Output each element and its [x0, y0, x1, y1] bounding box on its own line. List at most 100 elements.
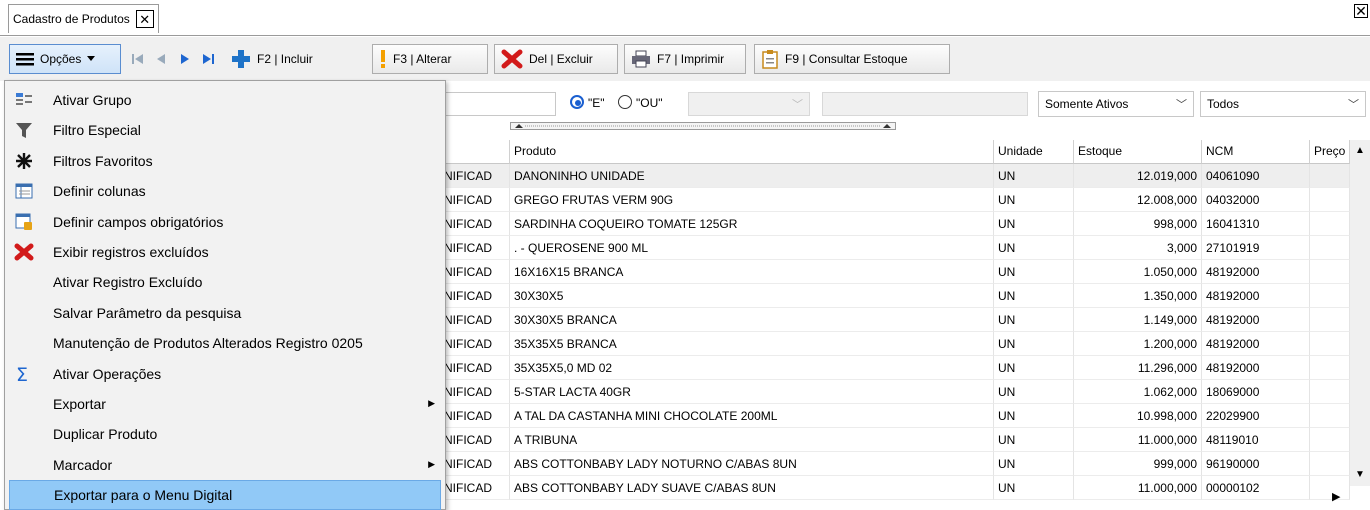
menu-item[interactable]: Exportar para o Menu Digital	[9, 480, 441, 510]
table-row[interactable]: NIFICAD DANONINHO UNIDADE UN 12.019,000 0406…	[440, 164, 1350, 188]
menu-item[interactable]: Salvar Parâmetro da pesquisa	[9, 298, 441, 328]
cell-ncm: 27101919	[1202, 236, 1310, 260]
cell-estoque: 1.062,000	[1074, 380, 1202, 404]
cell-estoque: 1.200,000	[1074, 332, 1202, 356]
cell-produto: 30X30X5	[510, 284, 994, 308]
tab-cadastro-produtos[interactable]: Cadastro de Produtos ✕	[8, 4, 159, 33]
table-row[interactable]: NIFICAD. - QUEROSENE 900 ML UN 3,000 271019…	[440, 236, 1350, 260]
required-fields-icon	[13, 212, 35, 232]
value-input	[822, 92, 1028, 116]
cell-produto: ABS COTTONBABY LADY NOTURNO C/ABAS 8UN	[510, 452, 994, 476]
menu-item[interactable]: Ativar Grupo	[9, 85, 441, 115]
cell-ncm: 48192000	[1202, 284, 1310, 308]
table-row[interactable]: NIFICAD 35X35X5 BRANCA UN 1.200,000 48192000	[440, 332, 1350, 356]
next-record-icon[interactable]	[177, 51, 193, 67]
cell-produto: DANONINHO UNIDADE	[510, 164, 994, 188]
cell-estoque: 12.008,000	[1074, 188, 1202, 212]
svg-text:Σ: Σ	[16, 365, 28, 383]
cell-prefix: NIFICAD	[440, 308, 510, 332]
cell-preco	[1310, 404, 1350, 428]
cell-ncm: 04061090	[1202, 164, 1310, 188]
cell-unidade: UN	[994, 188, 1074, 212]
scroll-up-icon[interactable]: ▲	[1350, 142, 1370, 160]
radio-ou[interactable]	[618, 95, 632, 109]
scroll-right-icon[interactable]: ▶	[1332, 490, 1340, 503]
search-input[interactable]	[440, 92, 556, 116]
tab-close-icon[interactable]: ✕	[135, 10, 154, 28]
cell-preco	[1310, 236, 1350, 260]
table-row[interactable]: NIFICAD 30X30X5 BRANCA UN 1.149,000 48192000	[440, 308, 1350, 332]
cell-prefix: NIFICAD	[440, 380, 510, 404]
menu-item[interactable]: Filtros Favoritos	[9, 146, 441, 176]
incluir-button[interactable]: F2 | Incluir	[224, 44, 366, 74]
menu-item-label: Ativar Operações	[53, 365, 162, 382]
radio-e[interactable]	[570, 95, 584, 109]
cell-preco	[1310, 428, 1350, 452]
menu-item[interactable]: Exportar ▶	[9, 389, 441, 419]
cell-preco	[1310, 284, 1350, 308]
hamburger-icon	[16, 53, 34, 66]
table-row[interactable]: NIFICAD ABS COTTONBABY LADY NOTURNO C/ABA…	[440, 452, 1350, 476]
status-select[interactable]: Somente Ativos ﹀	[1038, 91, 1194, 117]
field-select: ﹀	[688, 92, 810, 116]
table-row[interactable]: NIFICAD 30X30X5 UN 1.350,000 48192000	[440, 284, 1350, 308]
menu-item-label: Filtro Especial	[53, 122, 141, 139]
table-row[interactable]: NIFICAD A TAL DA CASTANHA MINI CHOCOLATE …	[440, 404, 1350, 428]
cell-preco	[1310, 164, 1350, 188]
menu-item[interactable]: Ativar Registro Excluído	[9, 267, 441, 297]
alterar-button[interactable]: F3 | Alterar	[372, 44, 488, 74]
cell-unidade: UN	[994, 404, 1074, 428]
menu-item[interactable]: Marcador ▶	[9, 450, 441, 480]
cell-produto: GREGO FRUTAS VERM 90G	[510, 188, 994, 212]
column-header-preco[interactable]: Preço	[1310, 140, 1350, 164]
cell-unidade: UN	[994, 356, 1074, 380]
table-row[interactable]: NIFICAD SARDINHA COQUEIRO TOMATE 125GR UN 9…	[440, 212, 1350, 236]
menu-item[interactable]: Definir campos obrigatórios	[9, 207, 441, 237]
imprimir-button[interactable]: F7 | Imprimir	[624, 44, 746, 74]
column-header-unidade[interactable]: Unidade	[994, 140, 1074, 164]
menu-item[interactable]: Filtro Especial	[9, 115, 441, 145]
first-record-icon[interactable]	[130, 51, 146, 67]
consultar-estoque-button[interactable]: F9 | Consultar Estoque	[754, 44, 950, 74]
scope-select[interactable]: Todos ﹀	[1200, 91, 1366, 117]
vertical-scrollbar[interactable]: ▲ ▼	[1350, 140, 1370, 486]
column-group-strip[interactable]	[510, 122, 896, 130]
table-row[interactable]: NIFICAD A TRIBUNA UN 11.000,000 48119010	[440, 428, 1350, 452]
table-row[interactable]: NIFICAD GREGO FRUTAS VERM 90G UN 12.008,000…	[440, 188, 1350, 212]
cell-estoque: 998,000	[1074, 212, 1202, 236]
last-record-icon[interactable]	[200, 51, 216, 67]
menu-item-label: Duplicar Produto	[53, 426, 158, 443]
cell-ncm: 96190000	[1202, 452, 1310, 476]
cell-preco	[1310, 308, 1350, 332]
cell-ncm: 22029900	[1202, 404, 1310, 428]
window-close-icon[interactable]: ✕	[1354, 4, 1368, 18]
menu-item-label: Filtros Favoritos	[53, 152, 153, 169]
menu-item[interactable]: Exibir registros excluídos	[9, 237, 441, 267]
menu-item[interactable]: Manutenção de Produtos Alterados Registr…	[9, 328, 441, 358]
opcoes-button[interactable]: Opções	[9, 44, 121, 74]
scroll-down-icon[interactable]: ▼	[1350, 466, 1370, 484]
column-header-estoque[interactable]: Estoque	[1074, 140, 1202, 164]
cell-estoque: 999,000	[1074, 452, 1202, 476]
column-header-produto[interactable]: Produto	[510, 140, 994, 164]
menu-item[interactable]: Definir colunas	[9, 176, 441, 206]
cell-ncm: 48192000	[1202, 332, 1310, 356]
red-x-icon	[13, 242, 35, 262]
menu-item-icon-slot	[13, 424, 35, 444]
radio-e-label: "E"	[588, 96, 605, 110]
menu-item-label: Exportar para o Menu Digital	[54, 487, 233, 504]
table-row[interactable]: NIFICAD 16X16X15 BRANCA UN 1.050,000 4819200…	[440, 260, 1350, 284]
table-row[interactable]: NIFICAD 35X35X5,0 MD 02 UN 11.296,000 481920…	[440, 356, 1350, 380]
grid-header: Produto Unidade Estoque NCM Preço	[440, 140, 1350, 164]
table-row[interactable]: NIFICAD 5-STAR LACTA 40GR UN 1.062,000 18069…	[440, 380, 1350, 404]
cell-prefix: NIFICAD	[440, 212, 510, 236]
previous-record-icon[interactable]	[153, 51, 169, 67]
funnel-icon	[13, 120, 35, 140]
excluir-button[interactable]: Del | Excluir	[494, 44, 618, 74]
menu-item[interactable]: Duplicar Produto	[9, 419, 441, 449]
column-header-ncm[interactable]: NCM	[1202, 140, 1310, 164]
menu-item-label: Exibir registros excluídos	[53, 244, 209, 260]
cell-ncm: 00000102	[1202, 476, 1310, 500]
menu-item[interactable]: Σ Ativar Operações	[9, 359, 441, 389]
table-row[interactable]: NIFICAD ABS COTTONBABY LADY SUAVE C/ABAS …	[440, 476, 1350, 500]
